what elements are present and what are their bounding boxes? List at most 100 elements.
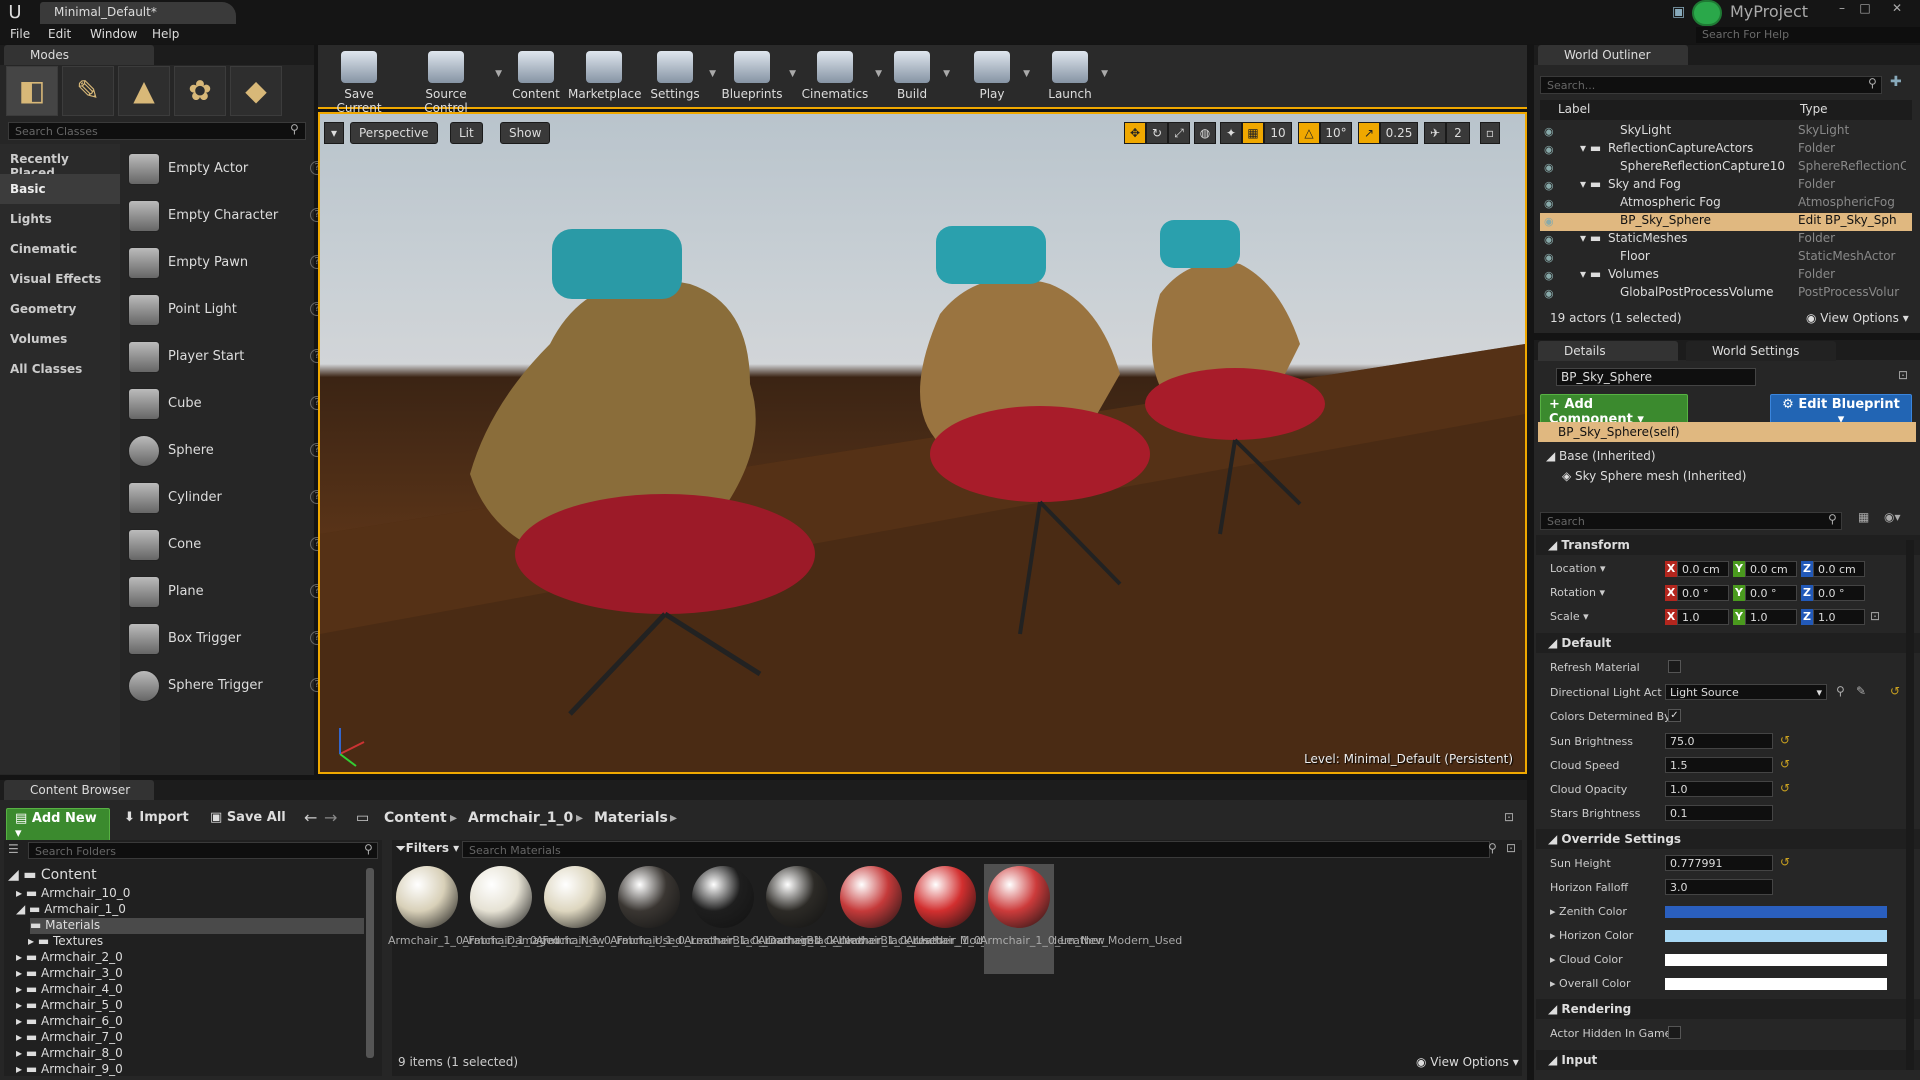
asset-tile-selected[interactable]: Armchair_1_0_Leather_Modern_Used — [980, 864, 1182, 974]
outliner-row[interactable]: ◉ Atmospheric Fog AtmosphericFog — [1540, 195, 1912, 213]
save-current-button[interactable]: Save Current — [322, 45, 396, 115]
row-type[interactable]: Edit BP_Sky_Sph — [1798, 213, 1906, 227]
menu-help[interactable]: Help — [152, 27, 179, 41]
cloud-color-label[interactable]: ▸ Cloud Color — [1550, 953, 1623, 966]
rotation-snap-value[interactable]: 10° — [1320, 122, 1352, 144]
category-volumes[interactable]: Volumes — [0, 324, 120, 354]
rotation-label[interactable]: Rotation ▾ — [1550, 586, 1605, 599]
colors-determined-checkbox[interactable]: ✓ — [1668, 709, 1681, 722]
asset-tile[interactable]: Armchair_1_0_LeatherBlack_Used — [758, 864, 943, 974]
location-y-field[interactable]: 0.0 cm — [1745, 561, 1797, 577]
eye-icon[interactable]: ◉ — [1544, 269, 1554, 282]
world-space-icon[interactable]: ◍ — [1194, 122, 1216, 144]
cinematics-button[interactable]: Cinematics ▼ — [800, 45, 882, 107]
marketplace-button[interactable]: Marketplace — [568, 45, 642, 107]
eyedropper-icon[interactable]: ✎ — [1856, 684, 1866, 698]
actor-hidden-checkbox[interactable] — [1668, 1026, 1681, 1039]
category-basic[interactable]: Basic — [0, 174, 120, 204]
details-scrollbar[interactable] — [1906, 540, 1914, 1070]
place-item-cylinder[interactable]: Cylinder? — [124, 476, 324, 520]
folder-content[interactable]: ◢ ▬ Content — [8, 867, 97, 883]
menu-file[interactable]: File — [10, 27, 30, 41]
section-override-settings[interactable]: ◢ Override Settings — [1536, 829, 1920, 849]
folder-row-selected[interactable]: ▬ Materials — [30, 918, 364, 934]
asset-tile[interactable]: Armchair_1_0_Fabric_Used — [536, 864, 682, 974]
eye-icon[interactable]: ◉ — [1544, 251, 1554, 264]
sources-toggle-icon[interactable]: ☰ — [8, 842, 19, 856]
outliner-row[interactable]: ◉ ▾ ▬ ReflectionCaptureActors Folder — [1540, 141, 1912, 159]
breadcrumb-content[interactable]: Content — [384, 810, 447, 826]
reset-arrow-icon[interactable]: ↺ — [1780, 733, 1790, 747]
refresh-material-checkbox[interactable] — [1668, 660, 1681, 673]
section-transform[interactable]: ◢ Transform — [1536, 535, 1920, 555]
folder-row[interactable]: ▸ ▬ Textures — [28, 934, 103, 950]
eye-icon[interactable]: ◉ — [1544, 143, 1554, 156]
eye-icon[interactable]: ◉ — [1544, 287, 1554, 300]
level-tab[interactable]: Minimal_Default* — [40, 2, 236, 24]
tab-modes[interactable]: Modes — [4, 45, 154, 65]
lock-icon[interactable]: ⊡ — [1870, 609, 1880, 623]
rotation-y-field[interactable]: 0.0 ° — [1745, 585, 1797, 601]
breadcrumb-materials[interactable]: Materials — [594, 810, 668, 826]
breadcrumb-armchair[interactable]: Armchair_1_0 — [468, 810, 573, 826]
reset-arrow-icon[interactable]: ↺ — [1890, 684, 1900, 698]
folder-row[interactable]: ▸ ▬ Armchair_6_0 — [16, 1014, 123, 1030]
filters-button[interactable]: ⏷Filters ▾ — [396, 841, 459, 856]
outliner-row[interactable]: ◉ ▾ ▬ StaticMeshes Folder — [1540, 231, 1912, 249]
outliner-row[interactable]: ◉ ▾ ▬ Sky and Fog Folder — [1540, 177, 1912, 195]
section-default[interactable]: ◢ Default — [1536, 633, 1920, 653]
asset-tile[interactable]: Armchair_1_0_LeatherBlack_Damaged — [610, 864, 821, 974]
place-item-sphere-trigger[interactable]: Sphere Trigger? — [124, 664, 324, 708]
eye-icon[interactable]: ◉ — [1544, 125, 1554, 138]
section-input[interactable]: ◢ Input — [1536, 1050, 1920, 1070]
directional-light-dropdown[interactable]: Light Source ▾ — [1665, 684, 1827, 700]
rotation-z-field[interactable]: 0.0 ° — [1813, 585, 1865, 601]
category-all-classes[interactable]: All Classes — [0, 354, 120, 384]
tab-content-browser[interactable]: Content Browser — [4, 780, 154, 800]
folder-row[interactable]: ▸ ▬ Armchair_4_0 — [16, 982, 123, 998]
help-search-input[interactable]: Search For Help — [1696, 27, 1920, 43]
tab-world-settings[interactable]: World Settings — [1686, 341, 1836, 361]
folder-scrollbar[interactable] — [366, 868, 374, 1058]
search-materials-input[interactable]: Search Materials — [462, 841, 1490, 858]
grid-snap-icon[interactable]: ▦ — [1242, 122, 1264, 144]
scale-z-field[interactable]: 1.0 — [1813, 609, 1865, 625]
import-button[interactable]: ⬇ Import — [124, 810, 189, 825]
outliner-row[interactable]: ◉ Floor StaticMeshActor — [1540, 249, 1912, 267]
outliner-row[interactable]: ◉ ▾ ▬ Volumes Folder — [1540, 267, 1912, 285]
stars-brightness-field[interactable]: 0.1 — [1665, 805, 1773, 821]
details-search-input[interactable]: Search — [1540, 512, 1842, 530]
horizon-color-swatch[interactable] — [1665, 930, 1887, 942]
viewport-options-icon[interactable]: ▾ — [324, 122, 344, 144]
add-actor-icon[interactable]: ✚ — [1890, 74, 1902, 90]
outliner-row[interactable]: ◉ GlobalPostProcessVolume PostProcessVolur — [1540, 285, 1912, 303]
landscape-mode-icon[interactable]: ▲ — [118, 66, 170, 116]
build-button[interactable]: Build ▼ — [886, 45, 950, 107]
lock-icon[interactable]: ⊡ — [1504, 810, 1514, 824]
sun-height-field[interactable]: 0.777991 — [1665, 855, 1773, 871]
tab-world-outliner[interactable]: World Outliner — [1538, 45, 1688, 65]
lit-button[interactable]: Lit — [450, 122, 483, 144]
launch-button[interactable]: Launch ▼ — [1044, 45, 1108, 107]
place-item-plane[interactable]: Plane? — [124, 570, 324, 614]
location-x-field[interactable]: 0.0 cm — [1677, 561, 1729, 577]
perspective-button[interactable]: Perspective — [350, 122, 438, 144]
grid-snap-value[interactable]: 10 — [1264, 122, 1292, 144]
search-classes-input[interactable]: Search Classes — [8, 122, 306, 140]
location-z-field[interactable]: 0.0 cm — [1813, 561, 1865, 577]
folder-row[interactable]: ▸ ▬ Armchair_5_0 — [16, 998, 123, 1014]
geometry-mode-icon[interactable]: ◆ — [230, 66, 282, 116]
minimize-icon[interactable]: – — [1832, 0, 1852, 16]
component-mesh-row[interactable]: ◈ Sky Sphere mesh (Inherited) — [1562, 469, 1746, 483]
outliner-row[interactable]: ◉ SphereReflectionCapture10 SphereReflecti… — [1540, 159, 1912, 177]
reset-arrow-icon[interactable]: ↺ — [1780, 757, 1790, 771]
forward-arrow-icon[interactable]: → — [324, 808, 337, 827]
category-cinematic[interactable]: Cinematic — [0, 234, 120, 264]
asset-view-options[interactable]: ◉ View Options ▾ — [1416, 1055, 1519, 1069]
source-control-status-icon[interactable] — [1692, 0, 1722, 26]
folder-row[interactable]: ▸ ▬ Armchair_2_0 — [16, 950, 123, 966]
asset-tile[interactable]: Armchair_1_0_LeatherBlack_New — [684, 864, 866, 974]
cloud-color-swatch[interactable] — [1665, 954, 1887, 966]
back-arrow-icon[interactable]: ← — [304, 808, 317, 827]
asset-tile[interactable]: Armchair_1_0_Leather_Modern — [832, 864, 1001, 974]
